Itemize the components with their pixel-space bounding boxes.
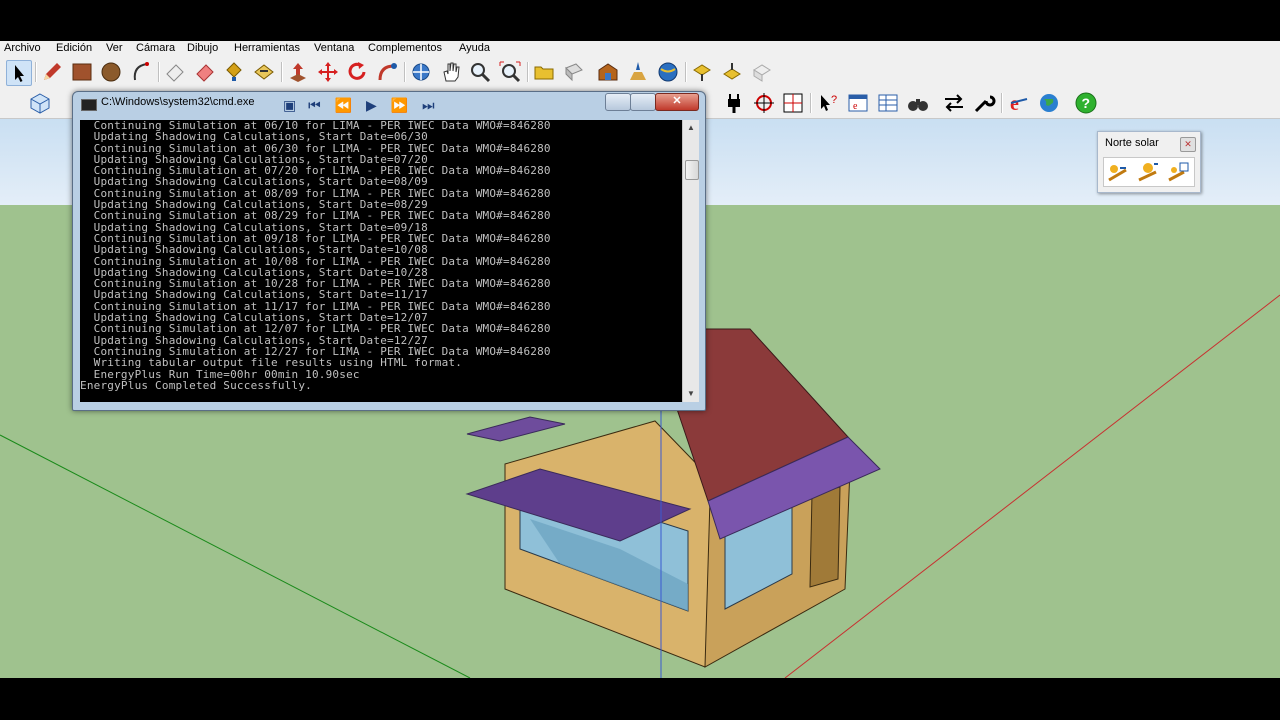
menu-bar: Archivo Edición Ver Cámara Dibujo Herram… [0,41,1280,56]
menu-ver[interactable]: Ver [106,41,123,55]
fast-forward-icon[interactable]: ⏩ [391,97,408,113]
cmd-window-title: C:\Windows\system32\cmd.exe [101,96,255,108]
help-cursor-icon[interactable]: ? [816,91,840,115]
move-icon[interactable] [316,60,340,84]
console-line: Writing tabular output file results usin… [80,356,463,370]
console-output: Continuing Simulation at 06/10 for LIMA … [80,120,682,402]
binoculars-icon[interactable] [906,91,930,115]
push-pull-red-icon[interactable] [286,60,310,84]
eraser-icon[interactable] [193,60,217,84]
help-icon[interactable]: ? [1074,91,1098,115]
sun-north-icon[interactable] [1106,160,1130,184]
menu-ventana[interactable]: Ventana [314,41,354,55]
push-pull-icon[interactable] [252,60,276,84]
select-icon[interactable] [6,60,32,86]
norte-solar-title: Norte solar [1105,137,1159,149]
rotate-icon[interactable] [345,60,369,84]
circle-icon[interactable] [99,60,123,84]
console-line: EnergyPlus Completed Successfully. [80,378,312,392]
follow-me-icon[interactable] [375,60,399,84]
zoom-extents-icon[interactable] [498,60,522,84]
toolbar-fragment: ▣ ⏮ ⏪ ▶ ⏩ ⏭ [283,96,435,114]
warehouse-icon[interactable] [596,60,620,84]
browser-icon[interactable]: e [846,91,870,115]
last-frame-icon[interactable]: ⏭ [422,97,435,113]
menu-camara[interactable]: Cámara [136,41,175,55]
iso-view-icon[interactable] [28,91,52,115]
component-icon[interactable] [562,60,586,84]
location-icon[interactable] [626,60,650,84]
letterbox-bottom [0,678,1280,720]
table-icon[interactable] [876,91,900,115]
menu-dibujo[interactable]: Dibujo [187,41,218,55]
main-toolbar [0,56,1280,88]
close-button[interactable]: ✕ [655,93,699,111]
minimize-button[interactable] [605,93,631,111]
export-icon[interactable] [720,60,744,84]
svg-text:e: e [1010,93,1019,115]
norte-solar-panel: Norte solar ✕ [1097,131,1201,193]
paint-bucket-icon[interactable] [222,60,246,84]
scroll-down-icon[interactable]: ▼ [683,386,699,402]
pan-icon[interactable] [439,60,463,84]
pencil-icon[interactable] [40,60,64,84]
arc-icon[interactable] [129,60,153,84]
ie-icon[interactable]: e [1007,91,1031,115]
console-line: Continuing Simulation at 12/07 for LIMA … [80,322,551,336]
scroll-thumb[interactable] [685,160,699,180]
earth-icon[interactable] [1037,91,1061,115]
zoom-icon[interactable] [468,60,492,84]
svg-text:?: ? [831,94,837,106]
menu-archivo[interactable]: Archivo [4,41,41,55]
wrench-icon[interactable] [972,91,996,115]
menu-ayuda[interactable]: Ayuda [459,41,490,55]
folder-icon[interactable] [532,60,556,84]
console-scrollbar[interactable]: ▲ ▼ [682,120,699,402]
console-line: Updating Shadowing Calculations, Start D… [80,130,428,144]
eraser-outline-icon[interactable] [163,60,187,84]
norte-solar-close-button[interactable]: ✕ [1180,137,1196,152]
rectangle-icon[interactable] [70,60,94,84]
console-text: Continuing Simulation at 06/10 for LIMA … [80,120,682,391]
menu-edicion[interactable]: Edición [56,41,92,55]
cmd-icon [81,99,97,111]
first-frame-icon[interactable]: ⏮ [308,97,321,113]
svg-text:?: ? [1082,95,1091,111]
orbit-icon[interactable] [409,60,433,84]
scroll-up-icon[interactable]: ▲ [683,120,699,136]
svg-text:e: e [853,101,858,112]
play-icon[interactable]: ▶ [366,97,377,113]
maximize-button[interactable] [630,93,656,111]
globe-icon[interactable] [656,60,680,84]
letterbox-top [0,0,1280,41]
model-icon[interactable] [750,60,774,84]
console-line: Updating Shadowing Calculations, Start D… [80,243,428,257]
camera-icon[interactable]: ▣ [283,97,296,113]
arrows-icon[interactable] [942,91,966,115]
menu-complementos[interactable]: Complementos [368,41,442,55]
cmd-window[interactable]: C:\Windows\system32\cmd.exe ▣ ⏮ ⏪ ▶ ⏩ ⏭ … [72,91,706,411]
grid-icon[interactable] [781,91,805,115]
sun-chart-icon[interactable] [1166,160,1190,184]
console-line: Continuing Simulation at 08/29 for LIMA … [80,209,551,223]
target-icon[interactable] [752,91,776,115]
sun-angle-icon[interactable] [1136,160,1160,184]
norte-solar-tools [1103,157,1195,187]
plug-icon[interactable] [722,91,746,115]
rewind-icon[interactable]: ⏪ [335,97,352,113]
import-icon[interactable] [690,60,714,84]
menu-herramientas[interactable]: Herramientas [234,41,300,55]
